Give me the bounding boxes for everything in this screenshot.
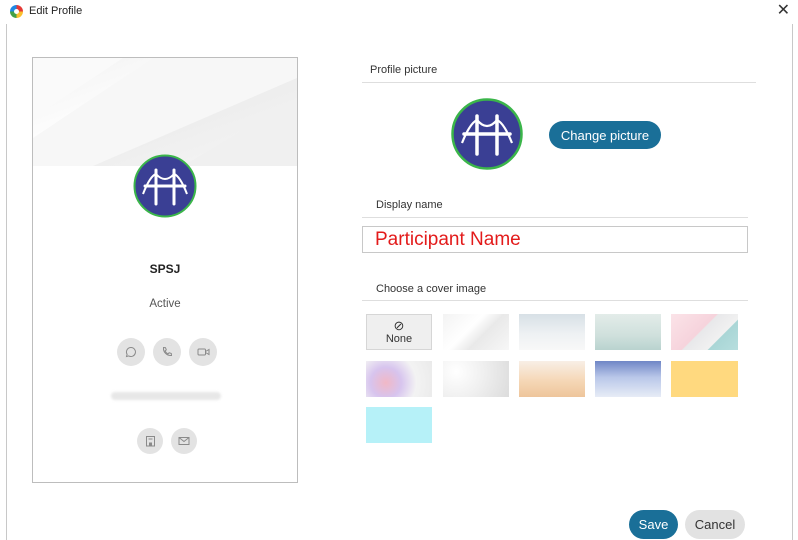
display-name-heading: Display name xyxy=(376,199,443,211)
cover-option-soft-curve[interactable] xyxy=(443,361,509,397)
cover-option-cyan[interactable] xyxy=(366,407,432,443)
card-email-blurred xyxy=(111,392,221,400)
cover-option-desert[interactable] xyxy=(519,361,585,397)
cover-option-pastel-shapes[interactable] xyxy=(671,314,738,350)
cover-image-grid: ⊘ None xyxy=(366,314,740,444)
profile-picture-heading: Profile picture xyxy=(370,64,438,76)
window-border-left xyxy=(6,24,7,540)
mail-icon xyxy=(171,428,197,454)
building-icon xyxy=(137,428,163,454)
cover-option-pastel-orb[interactable] xyxy=(366,361,432,397)
display-name-input[interactable] xyxy=(362,226,748,253)
window-border-right xyxy=(792,24,793,540)
cover-image-divider xyxy=(362,300,748,301)
cancel-button[interactable]: Cancel xyxy=(685,510,745,539)
chat-icon xyxy=(117,338,145,366)
save-button[interactable]: Save xyxy=(629,510,678,539)
change-picture-button[interactable]: Change picture xyxy=(549,121,661,149)
card-avatar xyxy=(133,154,197,218)
card-display-name: SPSJ xyxy=(149,262,181,276)
cover-option-sky[interactable] xyxy=(595,361,661,397)
card-contact-buttons xyxy=(137,428,197,454)
cover-image-heading: Choose a cover image xyxy=(376,283,487,295)
close-button[interactable]: ✕ xyxy=(777,2,790,20)
cover-option-snow-mountain[interactable] xyxy=(519,314,585,350)
window-title: Edit Profile xyxy=(29,5,83,17)
card-action-buttons xyxy=(117,338,217,366)
app-logo-icon xyxy=(10,5,23,18)
no-cover-icon: ⊘ xyxy=(393,318,405,333)
profile-picture-divider xyxy=(362,82,756,83)
cover-option-none-label: None xyxy=(385,333,413,345)
video-icon xyxy=(189,338,217,366)
cover-option-mint-haze[interactable] xyxy=(595,314,661,350)
display-name-divider xyxy=(362,217,748,218)
title-bar: Edit Profile ✕ xyxy=(0,0,798,24)
card-cover-image xyxy=(33,58,297,166)
cover-option-none[interactable]: ⊘ None xyxy=(366,314,432,350)
profile-avatar xyxy=(451,98,523,170)
cover-option-yellow[interactable] xyxy=(671,361,738,397)
cover-option-white-geometric[interactable] xyxy=(443,314,509,350)
profile-preview-card: SPSJ Active xyxy=(32,57,298,483)
phone-icon xyxy=(153,338,181,366)
card-status: Active xyxy=(149,298,181,310)
